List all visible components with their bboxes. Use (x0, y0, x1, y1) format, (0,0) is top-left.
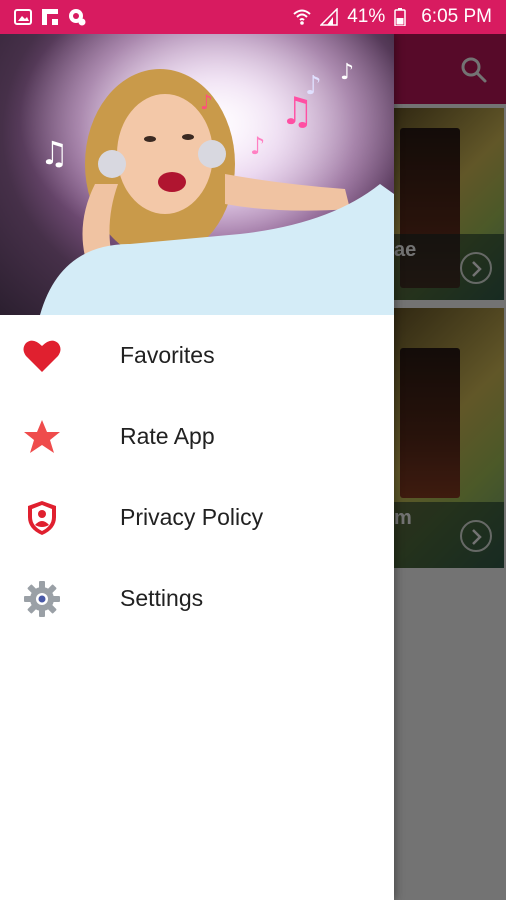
svg-text:♪: ♪ (340, 60, 354, 85)
app-screen: 41% 6:05 PM ae (0, 0, 506, 900)
menu-item-favorites[interactable]: Favorites (0, 315, 394, 396)
menu-item-label: Privacy Policy (120, 504, 264, 530)
navigation-drawer: ♫ ♫ ♪ ♪ ♪ ♪ Favorites Rate App Privacy P… (0, 34, 394, 900)
privacy-shield-icon (22, 498, 62, 538)
gear-icon (22, 579, 62, 619)
menu-item-label: Favorites (120, 342, 215, 368)
drawer-header-image: ♫ ♫ ♪ ♪ ♪ ♪ (0, 34, 394, 315)
signal-icon (319, 7, 338, 26)
menu-item-settings[interactable]: Settings (0, 558, 394, 639)
app-notification-icon (68, 8, 86, 26)
svg-text:♫: ♫ (40, 134, 69, 172)
star-icon (22, 417, 62, 457)
menu-item-rate-app[interactable]: Rate App (0, 396, 394, 477)
heart-icon (22, 336, 62, 376)
svg-text:♪: ♪ (200, 90, 213, 114)
drawer-menu: Favorites Rate App Privacy Policy Settin… (0, 315, 394, 639)
status-right-icons: 41% 6:05 PM (293, 6, 492, 28)
wifi-icon (293, 8, 311, 26)
clock-time: 6:05 PM (421, 6, 492, 27)
gallery-icon (14, 8, 32, 26)
menu-item-privacy-policy[interactable]: Privacy Policy (0, 477, 394, 558)
svg-text:♪: ♪ (305, 71, 322, 101)
menu-item-label: Rate App (120, 423, 215, 449)
status-left-icons (14, 8, 86, 26)
status-bar: 41% 6:05 PM (0, 0, 506, 34)
svg-text:♪: ♪ (250, 132, 265, 160)
battery-percent: 41% (347, 6, 386, 27)
battery-icon (394, 8, 412, 27)
menu-item-label: Settings (120, 585, 204, 611)
flipboard-icon (41, 8, 59, 26)
